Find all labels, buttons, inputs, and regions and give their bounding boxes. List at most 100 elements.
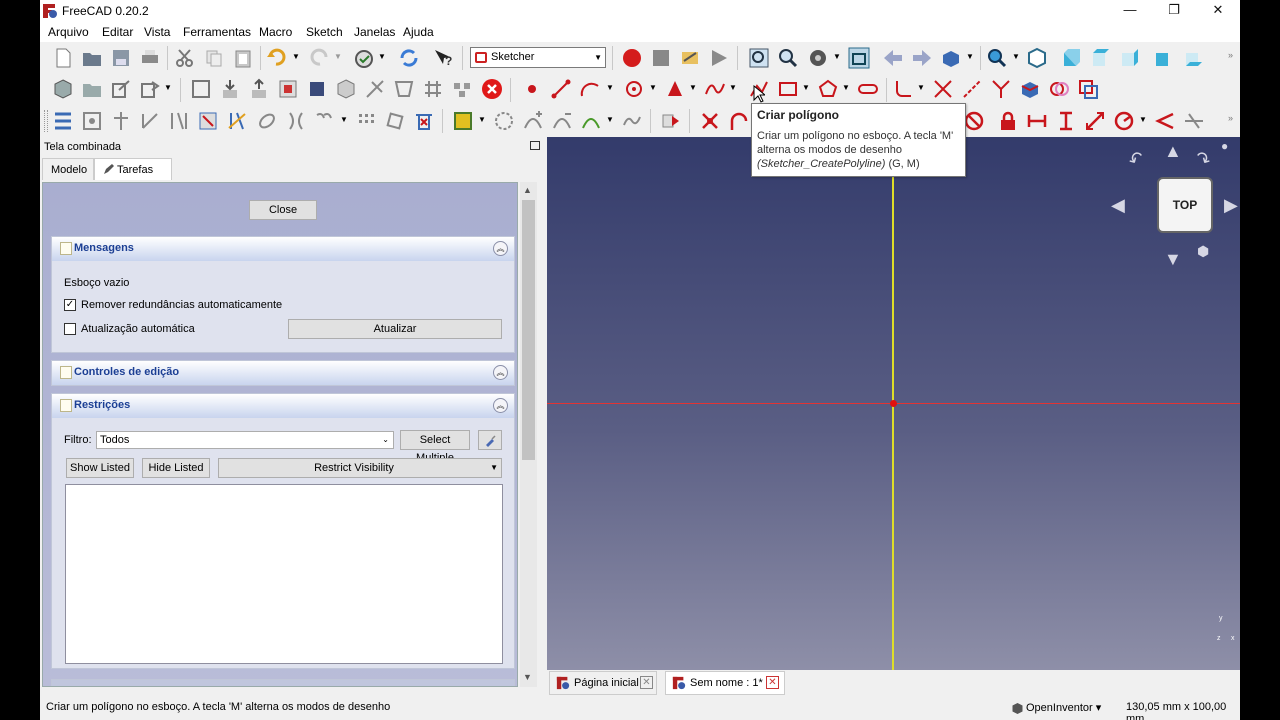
origin-point[interactable] [890, 400, 897, 407]
paste-icon[interactable] [232, 47, 254, 69]
constrain-horizontal-distance-icon[interactable] [1026, 110, 1048, 132]
messages-header[interactable]: Mensagens ︽ [52, 237, 514, 261]
symmetry-select-icon[interactable] [285, 110, 307, 132]
select-constraints-icon[interactable] [52, 110, 74, 132]
edit-sketch-icon[interactable] [81, 78, 103, 100]
navcube-top-face[interactable]: TOP [1157, 177, 1213, 233]
refresh-stopwatch-icon[interactable] [353, 47, 375, 69]
scrollbar-thumb[interactable] [522, 200, 535, 460]
fit-selection-icon[interactable] [777, 47, 799, 69]
scroll-down-icon[interactable]: ▼ [523, 672, 532, 682]
sketch-tool-icon[interactable] [364, 78, 386, 100]
bspline-knot-dropdown-icon[interactable]: ▼ [606, 115, 614, 124]
view-bottom-icon[interactable] [1183, 47, 1205, 69]
undock-icon[interactable] [530, 141, 540, 150]
arc-dropdown-icon[interactable]: ▼ [606, 83, 614, 92]
select-elements-icon[interactable] [256, 110, 278, 132]
collapse-icon[interactable]: ︽ [493, 365, 508, 380]
circle-dropdown-icon[interactable]: ▼ [649, 83, 657, 92]
constraints-header[interactable]: Restrições ︽ [52, 394, 514, 418]
view-right-icon[interactable] [1119, 47, 1141, 69]
view-sketch-icon[interactable] [139, 78, 161, 100]
sketch-snap-icon[interactable] [451, 78, 473, 100]
new-document-icon[interactable] [52, 47, 74, 69]
undo-icon[interactable] [266, 47, 288, 69]
filter-select[interactable]: Todos ⌄ [96, 431, 394, 449]
create-line-icon[interactable] [550, 78, 572, 100]
close-tab-icon[interactable]: ✕ [766, 676, 779, 689]
view-sketch-dropdown-icon[interactable]: ▼ [164, 83, 172, 92]
menu-arquivo[interactable]: Arquivo [48, 25, 89, 39]
macro-dropdown-icon[interactable]: ▼ [378, 52, 386, 61]
navigation-cube[interactable]: ▲ ↶ ↷ ● ◀ ▶ TOP ▼ ⬢ [1107, 137, 1240, 277]
rotate-down-arrow-icon[interactable]: ▼ [1164, 249, 1182, 270]
create-bspline-icon[interactable] [704, 78, 726, 100]
view-isometric-icon[interactable] [1026, 47, 1048, 69]
save-icon[interactable] [110, 47, 132, 69]
constraints-list[interactable] [65, 484, 503, 664]
tab-untitled-document[interactable]: Sem nome : 1* ✕ [665, 671, 785, 695]
constrain-block-icon[interactable] [963, 110, 985, 132]
rotate-up-arrow-icon[interactable]: ▲ [1164, 141, 1182, 162]
update-button[interactable]: Atualizar [288, 319, 502, 339]
scroll-up-icon[interactable]: ▲ [523, 185, 532, 195]
rectangular-array-icon[interactable] [355, 110, 377, 132]
select-conflicting-icon[interactable] [197, 110, 219, 132]
bspline-dropdown-icon[interactable]: ▼ [729, 83, 737, 92]
bspline-knot-icon[interactable] [580, 110, 602, 132]
delete-all-geometry-icon[interactable] [413, 110, 435, 132]
menu-janelas[interactable]: Janelas [354, 25, 395, 39]
view-menu-dot-icon[interactable]: ● [1221, 139, 1228, 153]
remove-axes-alignment-icon[interactable] [384, 110, 406, 132]
rotate-left-arrow-icon[interactable]: ◀ [1111, 195, 1125, 216]
tab-start-page[interactable]: Página inicial ✕ [549, 671, 657, 695]
mirror-sketch-icon[interactable] [335, 78, 357, 100]
reorient-sketch-icon[interactable] [306, 78, 328, 100]
constrain-distance-icon[interactable] [1084, 110, 1106, 132]
clone-icon[interactable] [314, 110, 336, 132]
toolbar-grip[interactable] [44, 110, 48, 132]
close-button[interactable]: Close [249, 200, 317, 220]
auto-update-checkbox[interactable] [64, 323, 76, 335]
copy-icon[interactable] [203, 47, 225, 69]
virtual-space-icon[interactable] [660, 110, 682, 132]
back-arrow-icon[interactable] [882, 47, 904, 69]
redo-icon[interactable] [308, 47, 330, 69]
workbench-selector[interactable]: Sketcher ▼ [470, 47, 606, 68]
create-fillet-icon[interactable] [892, 78, 914, 100]
bspline-show-dropdown-icon[interactable]: ▼ [478, 115, 486, 124]
rotate-ccw-arrow-icon[interactable]: ↶ [1125, 147, 1149, 173]
menu-editar[interactable]: Editar [102, 25, 133, 39]
external-geometry-icon[interactable] [1019, 78, 1041, 100]
toolbar-overflow-icon[interactable]: » [1228, 113, 1233, 123]
rectangle-dropdown-icon[interactable]: ▼ [802, 83, 810, 92]
print-icon[interactable] [139, 47, 161, 69]
constrain-snell-icon[interactable] [1183, 110, 1205, 132]
settings-brush-button[interactable] [478, 430, 502, 450]
fillet-dropdown-icon[interactable]: ▼ [917, 83, 925, 92]
bspline-increase-degree-icon[interactable] [522, 110, 544, 132]
leave-sketch-icon[interactable] [110, 78, 132, 100]
collapse-icon[interactable]: ︽ [493, 398, 508, 413]
radius-dropdown-icon[interactable]: ▼ [1139, 115, 1147, 124]
navcube-menu-icon[interactable]: ⬢ [1197, 243, 1209, 260]
create-rectangle-icon[interactable] [777, 78, 799, 100]
hide-listed-button[interactable]: Hide Listed [142, 458, 210, 478]
rotate-right-arrow-icon[interactable]: ▶ [1224, 195, 1238, 216]
forward-arrow-icon[interactable] [911, 47, 933, 69]
std-part-icon[interactable] [940, 47, 962, 69]
macro-record-icon[interactable] [621, 47, 643, 69]
bspline-show-icon[interactable] [452, 110, 474, 132]
create-circle-icon[interactable] [623, 78, 645, 100]
sketch-section-icon[interactable] [393, 78, 415, 100]
carbon-copy-icon[interactable] [1048, 78, 1070, 100]
menu-sketch[interactable]: Sketch [306, 25, 343, 39]
create-arc-icon[interactable] [579, 78, 601, 100]
whats-this-icon[interactable]: ? [432, 47, 454, 69]
toolbar-overflow-icon[interactable]: » [1228, 50, 1233, 60]
menu-vista[interactable]: Vista [144, 25, 170, 39]
sketch-attach-icon[interactable] [52, 78, 74, 100]
select-malformed-icon[interactable] [226, 110, 248, 132]
extend-icon[interactable] [961, 78, 983, 100]
navigation-style[interactable]: OpenInventor ▾ [1026, 701, 1101, 714]
